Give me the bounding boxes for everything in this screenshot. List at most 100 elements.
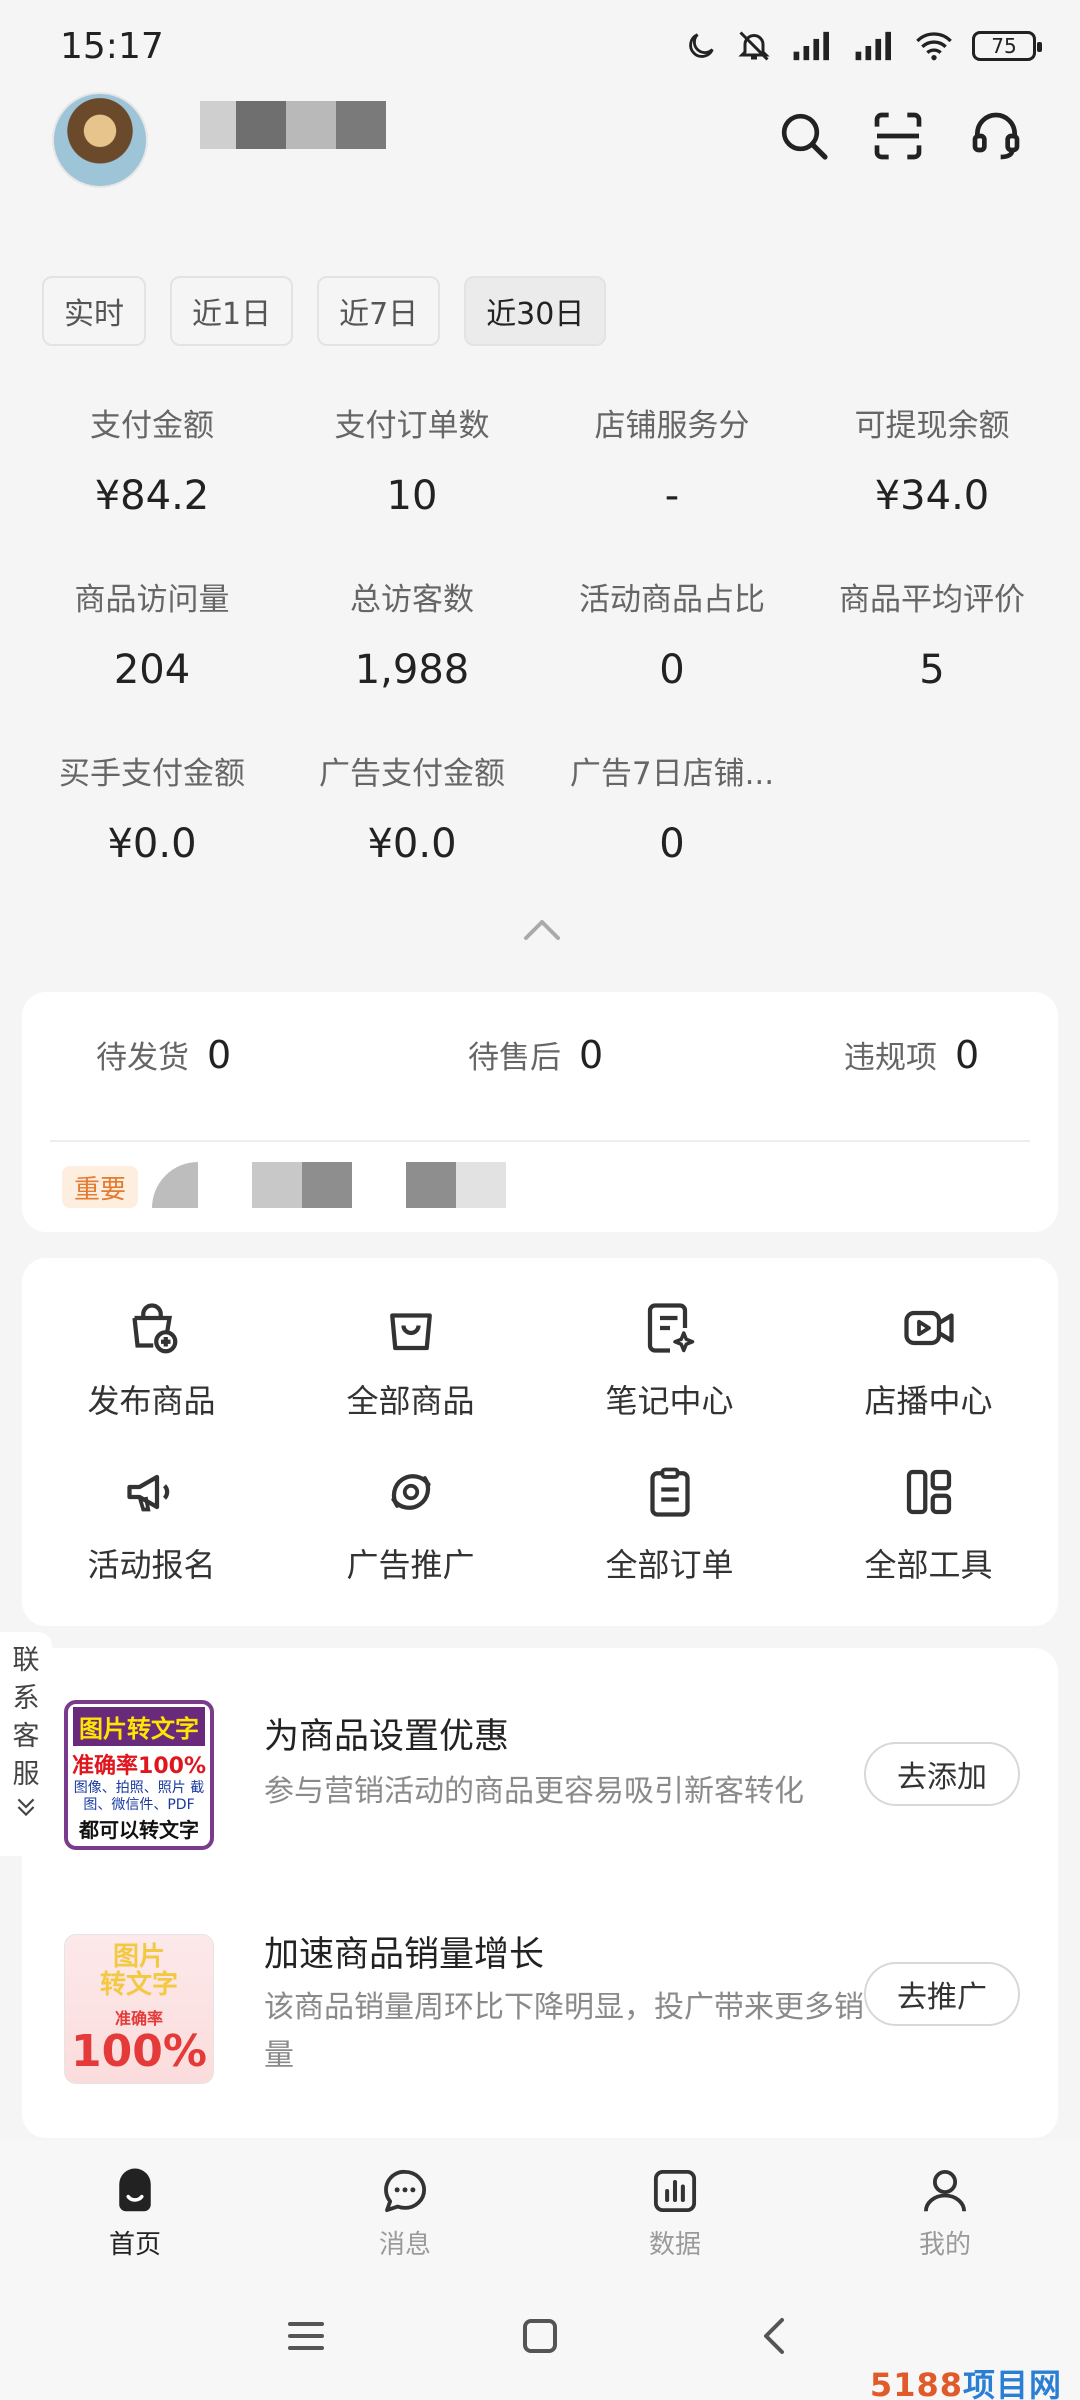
pending-shipment[interactable]: 待发货 0 xyxy=(96,1032,231,1077)
metric-label: 商品平均评价 xyxy=(839,582,1025,618)
suggestion-desc: 参与营销活动的商品更容易吸引新客转化 xyxy=(264,1774,804,1809)
metric-ad-payment[interactable]: 广告支付金额 ¥0.0 xyxy=(282,748,542,922)
metric-value: 1,988 xyxy=(354,647,470,693)
status-icons: 75 xyxy=(684,28,1042,64)
metric-activity-product-ratio[interactable]: 活动商品占比 0 xyxy=(542,574,802,748)
pending-after-sales[interactable]: 待售后 0 xyxy=(468,1032,603,1077)
metric-service-score[interactable]: 店铺服务分 - xyxy=(542,400,802,574)
pending-label: 待售后 xyxy=(468,1040,561,1076)
metric-label: 支付订单数 xyxy=(334,408,490,444)
divider xyxy=(50,1140,1030,1142)
metric-label: 活动商品占比 xyxy=(579,582,765,618)
metric-value: 204 xyxy=(113,647,191,693)
home-square-icon[interactable] xyxy=(516,2312,564,2360)
pending-violations[interactable]: 违规项 0 xyxy=(844,1032,979,1077)
tool-label: 广告推广 xyxy=(346,1546,475,1584)
wifi-icon xyxy=(916,32,952,61)
tool-label: 全部商品 xyxy=(346,1382,475,1420)
contact-char: 联 xyxy=(12,1645,40,1676)
tab-7-days[interactable]: 近7日 xyxy=(317,276,441,346)
nav-label: 我的 xyxy=(918,2230,971,2260)
publish-product-icon xyxy=(122,1298,182,1358)
contact-char: 服 xyxy=(12,1759,40,1790)
shop-name-blurred xyxy=(200,100,386,150)
tools-card: 发布商品 全部商品 笔记中心 店播中心 活动报名 广告推广 全部订单 全部工具 xyxy=(22,1258,1058,1626)
nav-data[interactable]: 数据 xyxy=(540,2140,810,2276)
metric-average-rating[interactable]: 商品平均评价 5 xyxy=(802,574,1062,748)
signal-2-icon xyxy=(855,31,891,61)
add-discount-button[interactable]: 去添加 xyxy=(864,1742,1020,1806)
pending-value: 0 xyxy=(955,1033,980,1077)
watermark: 5188项目网 xyxy=(870,2360,1062,2400)
metric-order-count[interactable]: 支付订单数 10 xyxy=(282,400,542,574)
tool-publish-product[interactable]: 发布商品 xyxy=(22,1298,281,1462)
note-icon xyxy=(640,1298,700,1358)
metric-value: 0 xyxy=(659,821,685,867)
suggestion-item[interactable]: 图片转文字 准确率100% 图像、拍照、照片 截图、微信件、PDF 都可以转文字… xyxy=(22,1688,1058,1888)
thumb-accuracy-value: 100% xyxy=(71,2026,207,2077)
menu-icon[interactable] xyxy=(282,2312,330,2360)
thumb-accuracy: 准确率100% xyxy=(72,1754,206,1779)
tool-note-center[interactable]: 笔记中心 xyxy=(540,1298,799,1462)
scan-icon[interactable] xyxy=(870,108,926,164)
avatar[interactable] xyxy=(52,92,148,188)
metric-ad-7day-shop[interactable]: 广告7日店铺... 0 xyxy=(542,748,802,922)
customer-service-icon[interactable] xyxy=(968,108,1024,164)
tool-all-products[interactable]: 全部商品 xyxy=(281,1298,540,1462)
thumb-formats: 图像、拍照、照片 截图、微信件、PDF xyxy=(73,1780,205,1813)
nav-profile[interactable]: 我的 xyxy=(810,2140,1080,2276)
tool-all-orders[interactable]: 全部订单 xyxy=(540,1462,799,1626)
suggestion-item[interactable]: 图片 转文字 准确率 100% 加速商品销量增长 该商品销量周环比下降明显，投广… xyxy=(22,1922,1058,2122)
bar-chart-icon xyxy=(648,2164,702,2218)
important-notice-blurred[interactable] xyxy=(152,1160,506,1210)
nav-messages[interactable]: 消息 xyxy=(270,2140,540,2276)
nav-home[interactable]: 首页 xyxy=(0,2140,270,2276)
back-icon[interactable] xyxy=(752,2312,800,2360)
pending-label: 违规项 xyxy=(844,1040,937,1076)
tool-live-center[interactable]: 店播中心 xyxy=(799,1298,1058,1462)
metric-label: 商品访问量 xyxy=(74,582,230,618)
tool-ad-promotion[interactable]: 广告推广 xyxy=(281,1462,540,1626)
contact-service-tab[interactable]: 联 系 客 服 xyxy=(0,1632,52,1856)
tab-30-days[interactable]: 近30日 xyxy=(464,276,607,346)
metric-product-visits[interactable]: 商品访问量 204 xyxy=(22,574,282,748)
search-icon[interactable] xyxy=(776,108,832,164)
metric-label: 店铺服务分 xyxy=(594,408,750,444)
tool-all-tools[interactable]: 全部工具 xyxy=(799,1462,1058,1626)
thumb-tagline: 都可以转文字 xyxy=(79,1818,199,1842)
metric-payment-amount[interactable]: 支付金额 ¥84.2 xyxy=(22,400,282,574)
bag-icon xyxy=(381,1298,441,1358)
megaphone-icon xyxy=(122,1462,182,1522)
metric-label: 广告支付金额 xyxy=(319,756,505,792)
thumb-title: 图片转文字 xyxy=(73,1707,205,1746)
pending-value: 0 xyxy=(579,1033,604,1077)
metric-buyer-payment[interactable]: 买手支付金额 ¥0.0 xyxy=(22,748,282,922)
contact-char: 系 xyxy=(12,1683,40,1714)
pending-card: 待发货 0 待售后 0 违规项 0 重要 xyxy=(22,992,1058,1232)
metric-total-visitors[interactable]: 总访客数 1,988 xyxy=(282,574,542,748)
tab-realtime[interactable]: 实时 xyxy=(42,276,146,346)
pending-label: 待发货 xyxy=(96,1040,189,1076)
metric-value: ¥84.2 xyxy=(94,473,210,519)
status-bar: 15:17 75 xyxy=(0,0,1080,100)
metric-value: 5 xyxy=(919,647,945,693)
home-icon xyxy=(108,2164,162,2218)
tab-1-day[interactable]: 近1日 xyxy=(170,276,294,346)
chevron-up-icon[interactable] xyxy=(520,914,564,944)
signal-1-icon xyxy=(793,31,829,61)
status-time: 15:17 xyxy=(60,26,164,67)
metric-withdrawable-balance[interactable]: 可提现余额 ¥34.0 xyxy=(802,400,1062,574)
tool-activity-signup[interactable]: 活动报名 xyxy=(22,1462,281,1626)
pending-value: 0 xyxy=(207,1033,232,1077)
period-tabs: 实时 近1日 近7日 近30日 xyxy=(42,276,607,346)
metric-value: 0 xyxy=(659,647,685,693)
nav-label: 数据 xyxy=(648,2230,701,2260)
clipboard-icon xyxy=(640,1462,700,1522)
metric-value: - xyxy=(664,473,680,519)
thumb-title: 图片 xyxy=(112,1942,165,1972)
suggestion-title: 加速商品销量增长 xyxy=(264,1935,545,1975)
promote-button[interactable]: 去推广 xyxy=(864,1962,1020,2026)
user-icon xyxy=(918,2164,972,2218)
grid-icon xyxy=(899,1462,959,1522)
product-thumbnail: 图片 转文字 准确率 100% xyxy=(64,1934,214,2084)
